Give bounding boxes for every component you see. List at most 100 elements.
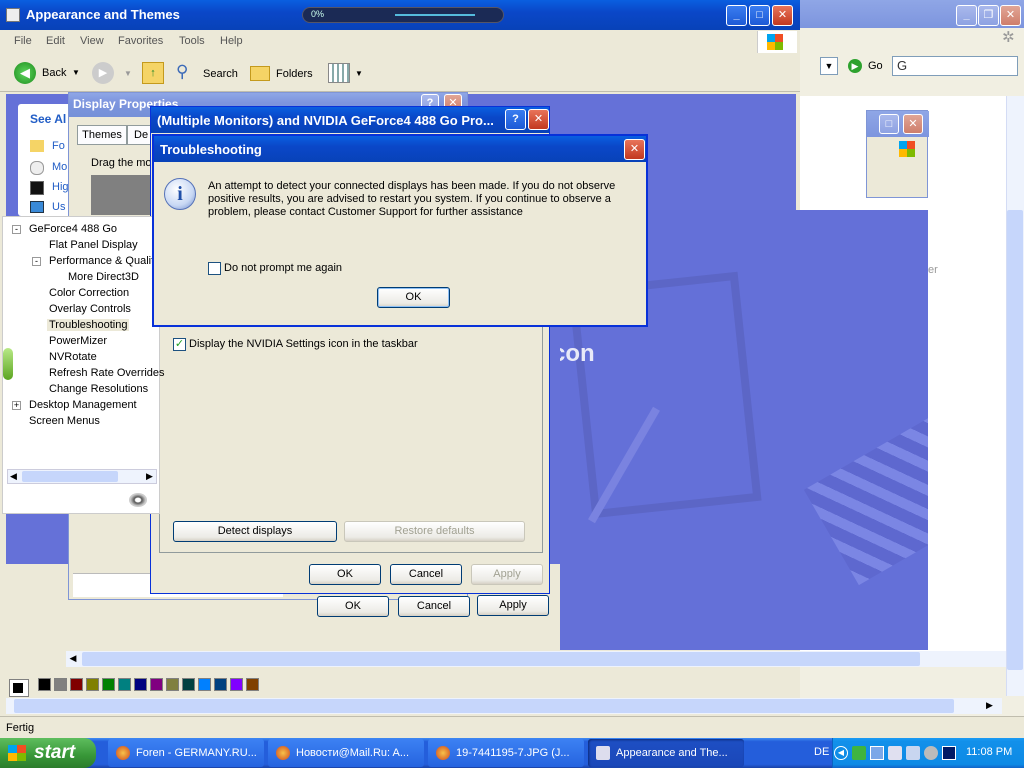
dialog-ok-button[interactable]: OK — [377, 287, 450, 308]
tree-horizontal-scrollbar[interactable]: ◀ ▶ — [7, 469, 157, 484]
tree-item-overlay[interactable]: Overlay Controls — [49, 303, 131, 315]
palette-color-swatch[interactable] — [166, 678, 179, 691]
apply-button[interactable]: Apply — [477, 595, 549, 616]
tree-item-refresh-rate[interactable]: Refresh Rate Overrides — [49, 367, 165, 379]
menu-help[interactable]: Help — [220, 35, 243, 47]
tree-root[interactable]: GeForce4 488 Go — [29, 223, 117, 235]
taskbar-button-active[interactable]: Appearance and The... — [588, 739, 744, 767]
minimize-button[interactable]: _ — [726, 5, 747, 26]
tree-item-color-correction[interactable]: Color Correction — [49, 287, 129, 299]
taskbar-icon-checkbox[interactable]: ✓ — [173, 338, 186, 351]
palette-color-swatch[interactable] — [118, 678, 131, 691]
tree-item-desktop-management[interactable]: Desktop Management — [29, 399, 137, 411]
tree-item-performance[interactable]: Performance & Quality — [49, 255, 160, 267]
tree-collapse-icon[interactable]: - — [32, 257, 41, 266]
palette-color-swatch[interactable] — [70, 678, 83, 691]
maximize-button[interactable]: □ — [879, 114, 899, 134]
window-app-icon — [6, 8, 20, 22]
go-label[interactable]: Go — [868, 60, 883, 72]
forward-dropdown-icon[interactable]: ▼ — [124, 69, 132, 78]
tree-item-flat-panel[interactable]: Flat Panel Display — [49, 239, 138, 251]
window-title: Appearance and Themes — [26, 7, 180, 22]
horizontal-scrollbar[interactable]: ◀ — [66, 651, 1006, 667]
palette-color-swatch[interactable] — [38, 678, 51, 691]
search-button[interactable]: ⚲ Search — [176, 62, 242, 86]
back-dropdown-icon[interactable]: ▼ — [72, 68, 80, 77]
see-also-link[interactable]: Fo — [52, 140, 65, 152]
minimize-button[interactable]: _ — [956, 5, 977, 26]
scroll-left-icon[interactable]: ◀ — [10, 471, 17, 482]
cancel-button[interactable]: Cancel — [390, 564, 462, 585]
go-icon[interactable]: ▶ — [848, 59, 862, 73]
language-indicator[interactable]: DE — [814, 746, 829, 758]
tree-item-nvrotate[interactable]: NVRotate — [49, 351, 97, 363]
taskbar-button[interactable]: Foren - GERMANY.RU... — [108, 739, 264, 767]
clock[interactable]: 11:08 PM — [966, 746, 1012, 758]
taskbar-button[interactable]: 19-7441195-7.JPG (J... — [428, 739, 584, 767]
restore-button[interactable]: ❐ — [978, 5, 999, 26]
back-button[interactable]: ◀ Back ▼ — [14, 62, 84, 86]
cancel-button[interactable]: Cancel — [398, 596, 470, 617]
address-dropdown-arrow[interactable]: ▼ — [820, 57, 838, 75]
menu-tools[interactable]: Tools — [179, 35, 205, 47]
scroll-left-icon[interactable]: ◀ — [66, 653, 80, 664]
tree-expand-icon[interactable]: + — [12, 401, 21, 410]
tree-item-powermizer[interactable]: PowerMizer — [49, 335, 107, 347]
close-button[interactable]: ✕ — [903, 114, 923, 134]
tree-item-screen-menus[interactable]: Screen Menus — [29, 415, 100, 427]
palette-color-swatch[interactable] — [198, 678, 211, 691]
detect-displays-button[interactable]: Detect displays — [173, 521, 337, 542]
tree-item-more-direct3d[interactable]: More Direct3D — [68, 271, 139, 283]
menu-favorites[interactable]: Favorites — [118, 35, 163, 47]
taskbar-button[interactable]: Новости@Mail.Ru: A... — [268, 739, 424, 767]
close-button[interactable]: ✕ — [1000, 5, 1021, 26]
tray-icon[interactable] — [906, 746, 920, 760]
tray-icon[interactable] — [888, 746, 902, 760]
scroll-right-icon[interactable]: ▶ — [146, 471, 153, 482]
help-button[interactable]: ? — [505, 109, 526, 130]
tray-icon[interactable] — [870, 746, 884, 760]
tray-expand-icon[interactable]: ◀ — [834, 746, 848, 760]
windows-logo-icon — [899, 141, 915, 157]
tree-item-troubleshooting[interactable]: Troubleshooting — [47, 319, 130, 331]
palette-color-swatch[interactable] — [214, 678, 227, 691]
see-also-link[interactable]: Mo — [52, 161, 67, 173]
see-also-link[interactable]: Us — [52, 201, 65, 213]
close-button[interactable]: ✕ — [624, 139, 645, 160]
folders-button[interactable]: Folders — [250, 62, 316, 86]
menu-view[interactable]: View — [80, 35, 104, 47]
side-drag-handle[interactable] — [3, 348, 13, 380]
palette-color-swatch[interactable] — [134, 678, 147, 691]
ok-button[interactable]: OK — [317, 596, 389, 617]
palette-color-swatch[interactable] — [246, 678, 259, 691]
horizontal-scrollbar[interactable]: ▶ — [6, 698, 1002, 714]
tree-item-change-resolutions[interactable]: Change Resolutions — [49, 383, 148, 395]
ok-button[interactable]: OK — [309, 564, 381, 585]
do-not-prompt-checkbox[interactable] — [208, 262, 221, 275]
maximize-button[interactable]: □ — [749, 5, 770, 26]
menu-edit[interactable]: Edit — [46, 35, 65, 47]
palette-color-swatch[interactable] — [54, 678, 67, 691]
palette-color-swatch[interactable] — [86, 678, 99, 691]
tree-collapse-icon[interactable]: - — [12, 225, 21, 234]
close-button[interactable]: ✕ — [772, 5, 793, 26]
tray-icon[interactable] — [924, 746, 938, 760]
tray-icon[interactable] — [852, 746, 866, 760]
menu-file[interactable]: File — [14, 35, 32, 47]
start-button[interactable]: start — [0, 738, 96, 768]
close-button[interactable]: ✕ — [528, 109, 549, 130]
views-button[interactable]: ▼ — [328, 63, 363, 85]
palette-color-swatch[interactable] — [150, 678, 163, 691]
see-also-link[interactable]: Hig — [52, 181, 69, 193]
up-folder-icon[interactable]: ↑ — [142, 62, 164, 84]
palette-color-swatch[interactable] — [102, 678, 115, 691]
tab-themes[interactable]: Themes — [77, 125, 127, 145]
tray-icon[interactable] — [942, 746, 956, 760]
apply-label: Apply — [493, 568, 521, 580]
scroll-right-icon[interactable]: ▶ — [986, 700, 993, 711]
forward-button[interactable]: ▶ — [92, 62, 114, 84]
current-color-swatch[interactable] — [9, 679, 29, 697]
google-search-box[interactable]: G — [892, 56, 1018, 76]
palette-color-swatch[interactable] — [182, 678, 195, 691]
palette-color-swatch[interactable] — [230, 678, 243, 691]
